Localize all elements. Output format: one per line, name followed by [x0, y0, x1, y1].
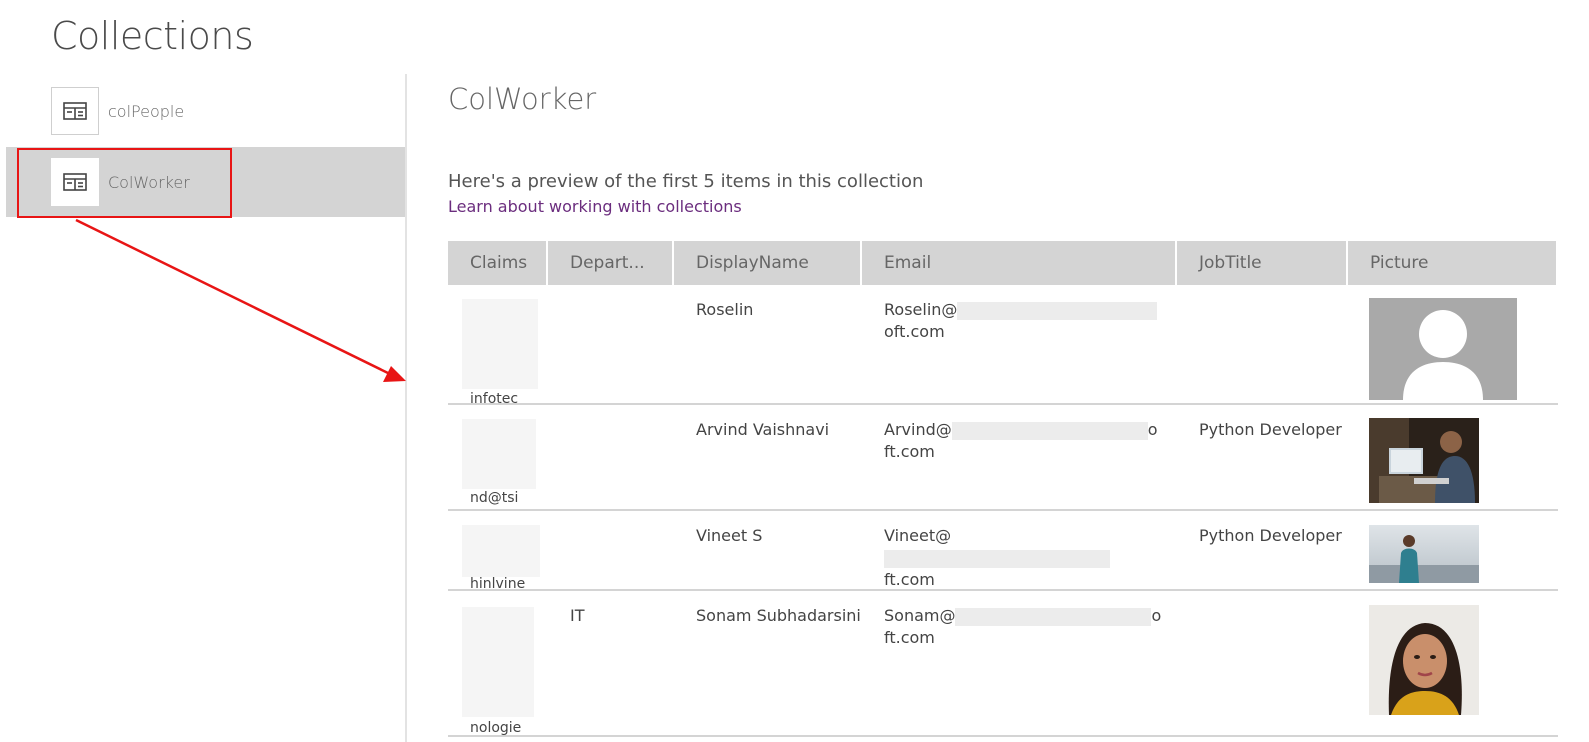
picture-cell — [1348, 285, 1558, 403]
collection-preview-table: Claims Depart... DisplayName Email JobTi… — [448, 241, 1558, 737]
email-cell: Sonam@ o ft.com — [884, 606, 1162, 647]
claims-cell: nd@tsi — [448, 405, 548, 509]
learn-collections-link[interactable]: Learn about working with collections — [448, 197, 742, 216]
picture-cell — [1348, 511, 1558, 589]
email-cell: Vineet@ ft.com — [862, 511, 1177, 589]
department-cell: IT — [570, 606, 585, 625]
user-photo — [1369, 418, 1479, 503]
table-row[interactable]: nologie IT Sonam Subhadarsini Sonam@ o ft… — [448, 591, 1558, 737]
claims-cell: infotec — [448, 285, 548, 403]
claims-cell: hinlvine — [448, 511, 548, 589]
column-header-picture: Picture — [1348, 241, 1558, 285]
jobtitle-cell — [1177, 591, 1348, 735]
user-photo — [1369, 525, 1479, 583]
column-header-email: Email — [862, 241, 1177, 285]
table-row[interactable]: hinlvine Vineet S Vineet@ ft.com Python … — [448, 511, 1558, 591]
jobtitle-cell — [1177, 285, 1348, 403]
displayname-cell: Vineet S — [696, 526, 763, 545]
jobtitle-cell: Python Developer — [1199, 420, 1342, 439]
displayname-cell: Arvind Vaishnavi — [696, 420, 830, 439]
department-cell — [548, 405, 674, 509]
user-photo — [1369, 605, 1479, 715]
table-row[interactable]: nd@tsi Arvind Vaishnavi Arvind@ o ft.com … — [448, 405, 1558, 511]
picture-cell — [1348, 591, 1558, 735]
picture-cell — [1348, 405, 1558, 509]
column-header-claims: Claims — [448, 241, 548, 285]
claims-cell: nologie — [448, 591, 548, 735]
displayname-cell: Roselin — [696, 300, 754, 319]
table-header: Claims Depart... DisplayName Email JobTi… — [448, 241, 1558, 285]
collection-title: ColWorker — [448, 82, 597, 116]
column-header-jobtitle: JobTitle — [1177, 241, 1348, 285]
preview-description: Here's a preview of the first 5 items in… — [448, 171, 924, 192]
department-cell — [548, 285, 674, 403]
email-cell: Roselin@ oft.com — [862, 285, 1177, 403]
column-header-department: Depart... — [548, 241, 674, 285]
default-avatar-icon — [1369, 298, 1517, 400]
email-cell: Arvind@ o ft.com — [884, 420, 1158, 461]
column-header-displayname: DisplayName — [674, 241, 862, 285]
department-cell — [548, 511, 674, 589]
jobtitle-cell: Python Developer — [1199, 526, 1342, 545]
displayname-cell: Sonam Subhadarsini — [696, 606, 861, 625]
table-row[interactable]: infotec Roselin Roselin@ oft.com — [448, 285, 1558, 405]
